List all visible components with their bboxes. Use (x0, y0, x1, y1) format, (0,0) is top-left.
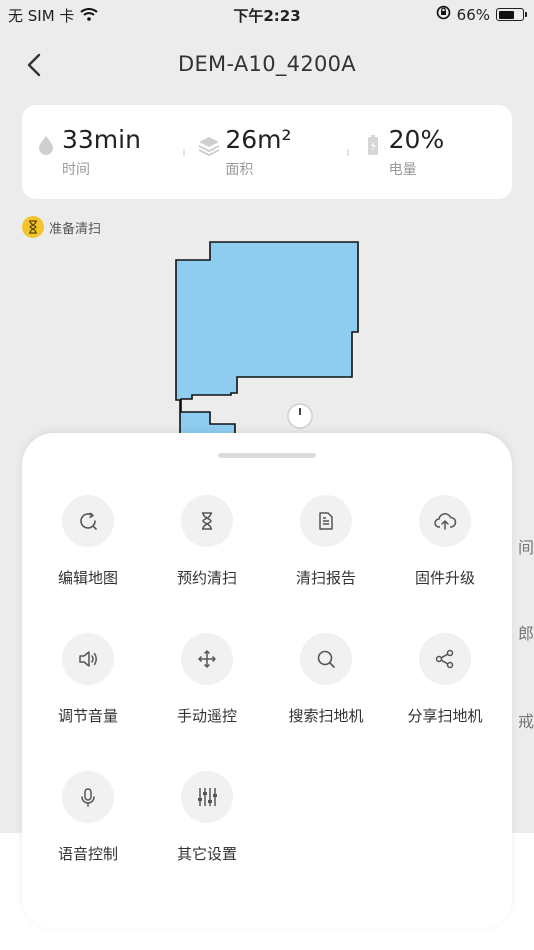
menu-item-label: 手动遥控 (176, 707, 237, 725)
menu-item-label: 固件升级 (414, 569, 475, 587)
stat-area-value: 26m² (225, 125, 292, 154)
water-drop-icon (34, 133, 58, 157)
search-icon (300, 633, 352, 685)
hidden-side-text: 戒 (517, 712, 534, 731)
robot-icon (287, 403, 313, 429)
header: DEM-A10_4200A (0, 40, 534, 90)
page-title: DEM-A10_4200A (178, 52, 356, 76)
menu-item-share-robot[interactable]: 分享扫地机 (385, 633, 505, 726)
battery-percent: 66% (456, 5, 490, 24)
battery-icon (496, 8, 527, 21)
stat-area-label: 面积 (225, 162, 254, 178)
volume-icon (62, 633, 114, 685)
menu-item-report[interactable]: 清扫报告 (266, 495, 386, 588)
stat-battery-label: 电量 (388, 162, 417, 178)
stats-card: 33min 时间 26m² 面积 20% 电量 (22, 105, 512, 199)
stat-battery: 20% 电量 (349, 105, 512, 199)
stat-time-label: 时间 (62, 162, 90, 178)
menu-item-label: 预约清扫 (176, 569, 237, 587)
menu-item-label: 清扫报告 (295, 569, 356, 587)
menu-item-edit-map[interactable]: 编辑地图 (28, 495, 148, 588)
stat-time: 33min 时间 (22, 105, 186, 199)
menu-item-remote[interactable]: 手动遥控 (147, 633, 267, 726)
status-bar: 无 SIM 卡 下午2:23 66% (0, 0, 534, 30)
menu-item-search-robot[interactable]: 搜索扫地机 (266, 633, 386, 726)
menu-item-label: 其它设置 (176, 845, 237, 863)
menu-item-voice-control[interactable]: 语音控制 (28, 771, 148, 864)
sheet-drag-handle[interactable] (218, 453, 316, 458)
menu-item-label: 编辑地图 (57, 569, 118, 587)
menu-item-label: 分享扫地机 (407, 707, 483, 725)
cloud-upload-icon (419, 495, 471, 547)
menu-item-label: 调节音量 (57, 707, 118, 725)
menu-item-label: 搜索扫地机 (288, 707, 364, 725)
function-menu-sheet: 编辑地图 预约清扫 清扫报告 固件升级 调节音量 手动遥控 搜索扫地机 分享扫地… (22, 433, 512, 929)
report-icon (300, 495, 352, 547)
edit-map-icon (62, 495, 114, 547)
battery-icon (361, 133, 385, 157)
hidden-side-text: 郎 (517, 624, 534, 643)
stat-area: 26m² 面积 (185, 105, 349, 199)
map-area (175, 241, 359, 457)
menu-item-firmware[interactable]: 固件升级 (385, 495, 505, 588)
hourglass-icon (181, 495, 233, 547)
share-icon (419, 633, 471, 685)
stat-battery-value: 20% (388, 125, 445, 154)
orientation-lock-icon (436, 5, 451, 24)
battery-fill (498, 10, 514, 19)
menu-item-other-settings[interactable]: 其它设置 (147, 771, 267, 864)
move-icon (181, 633, 233, 685)
sliders-icon (181, 771, 233, 823)
hidden-side-text: 间 (517, 538, 534, 557)
menu-item-volume[interactable]: 调节音量 (28, 633, 148, 726)
cleaning-map[interactable] (0, 236, 534, 457)
hourglass-icon (22, 216, 44, 238)
microphone-icon (62, 771, 114, 823)
robot-status-text: 准备清扫 (49, 221, 102, 237)
menu-item-label: 语音控制 (57, 845, 118, 863)
menu-item-schedule[interactable]: 预约清扫 (147, 495, 267, 588)
stat-time-value: 33min (62, 125, 141, 154)
layers-icon (197, 133, 221, 157)
robot-status: 准备清扫 (22, 216, 101, 238)
